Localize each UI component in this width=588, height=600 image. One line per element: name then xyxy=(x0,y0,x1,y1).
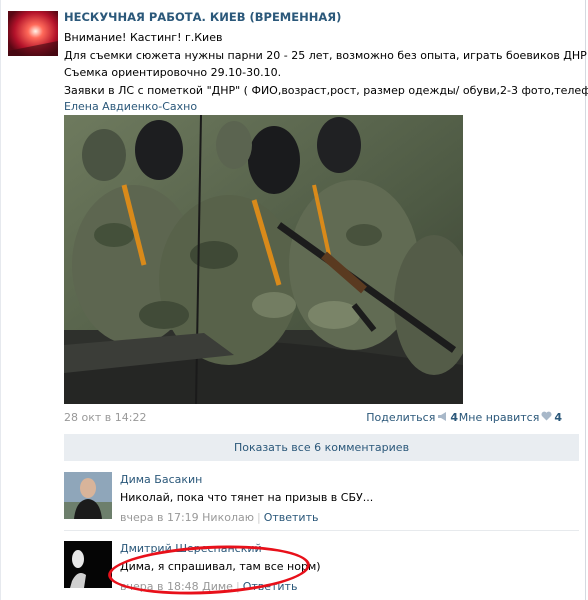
commenter-name[interactable]: Дмитрий Шереспанский xyxy=(120,541,579,556)
like-label: Мне нравится xyxy=(458,411,540,424)
comment-time[interactable]: вчера в 18:48 Диме xyxy=(120,580,233,593)
reply-button[interactable]: Ответить xyxy=(243,580,298,593)
meta-separator: | xyxy=(256,511,261,524)
post-text: Внимание! Кастинг! г.Киев Для съемки сюж… xyxy=(64,29,588,99)
post-photo[interactable] xyxy=(64,115,463,404)
show-all-comments-button[interactable]: Показать все 6 комментариев xyxy=(64,434,579,461)
post-line: Заявки в ЛС с пометкой "ДНР" ( ФИО,возра… xyxy=(64,83,588,97)
group-avatar[interactable] xyxy=(8,11,58,56)
heart-icon xyxy=(541,411,552,424)
comment-body: Дмитрий Шереспанский Дима, я спрашивал, … xyxy=(120,541,579,593)
commenter-avatar[interactable] xyxy=(64,541,112,588)
post-line: Съемка ориентировочно 29.10-30.10. xyxy=(64,66,282,79)
share-count: 4 xyxy=(450,411,458,424)
like-count: 4 xyxy=(554,411,562,424)
post-meta-row: 28 окт в 14:22 Поделиться 4 Мне нравится… xyxy=(64,411,562,427)
commenter-name[interactable]: Дима Басакин xyxy=(120,472,579,487)
share-button[interactable]: Поделиться 4 xyxy=(366,411,458,424)
post-line: Для съемки сюжета нужны парни 20 - 25 ле… xyxy=(64,48,587,62)
post-line: Внимание! Кастинг! г.Киев xyxy=(64,31,223,44)
comment-divider xyxy=(64,530,579,531)
comment-time[interactable]: вчера в 17:19 Николаю xyxy=(120,511,254,524)
post-author-link[interactable]: Елена Авдиенко-Сахно xyxy=(64,100,197,113)
post-date[interactable]: 28 окт в 14:22 xyxy=(64,411,146,424)
comment-body: Дима Басакин Николай, пока что тянет на … xyxy=(120,472,579,524)
post-header: НЕСКУЧНАЯ РАБОТА. КИЕВ (ВРЕМЕННАЯ) Внима… xyxy=(64,9,588,115)
megaphone-icon xyxy=(437,412,448,424)
comment-meta: вчера в 17:19 Николаю | Ответить xyxy=(120,511,579,524)
comment-item: Дима Басакин Николай, пока что тянет на … xyxy=(64,472,579,524)
share-label: Поделиться xyxy=(366,411,436,424)
group-name-link[interactable]: НЕСКУЧНАЯ РАБОТА. КИЕВ (ВРЕМЕННАЯ) xyxy=(64,9,579,26)
like-button[interactable]: Мне нравится 4 xyxy=(459,411,562,424)
comment-meta: вчера в 18:48 Диме | Ответить xyxy=(120,580,579,593)
reply-button[interactable]: Ответить xyxy=(264,511,319,524)
commenter-avatar[interactable] xyxy=(64,472,112,519)
comment-item: Дмитрий Шереспанский Дима, я спрашивал, … xyxy=(64,541,579,596)
meta-separator: | xyxy=(235,580,240,593)
comment-text: Николай, пока что тянет на призыв в СБУ.… xyxy=(120,491,374,504)
comment-text: Дима, я спрашивал, там все норм) xyxy=(120,560,321,573)
